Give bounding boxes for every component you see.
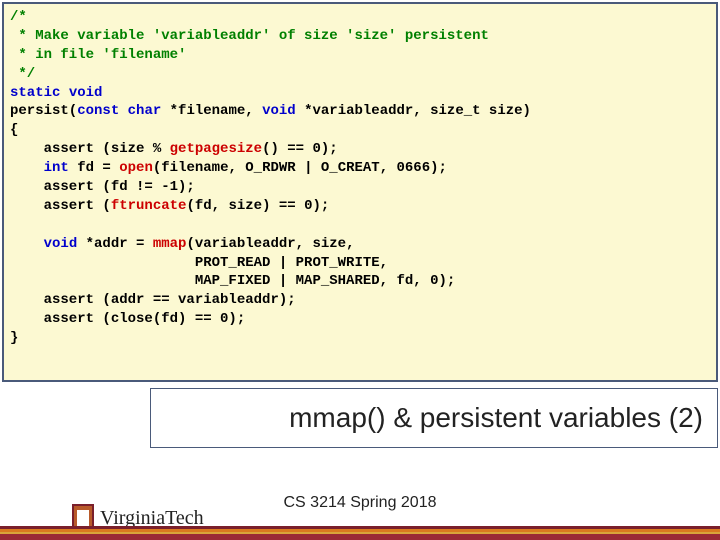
slide-footer: VirginiaTech CS 3214 Spring 2018	[0, 470, 720, 540]
footer-stripes	[0, 526, 720, 540]
course-footer: CS 3214 Spring 2018	[284, 494, 437, 512]
code-text: /* * Make variable 'variableaddr' of siz…	[10, 8, 710, 348]
slide-title-box: mmap() & persistent variables (2)	[150, 388, 718, 448]
slide-title: mmap() & persistent variables (2)	[289, 402, 703, 434]
code-block: /* * Make variable 'variableaddr' of siz…	[2, 2, 718, 382]
